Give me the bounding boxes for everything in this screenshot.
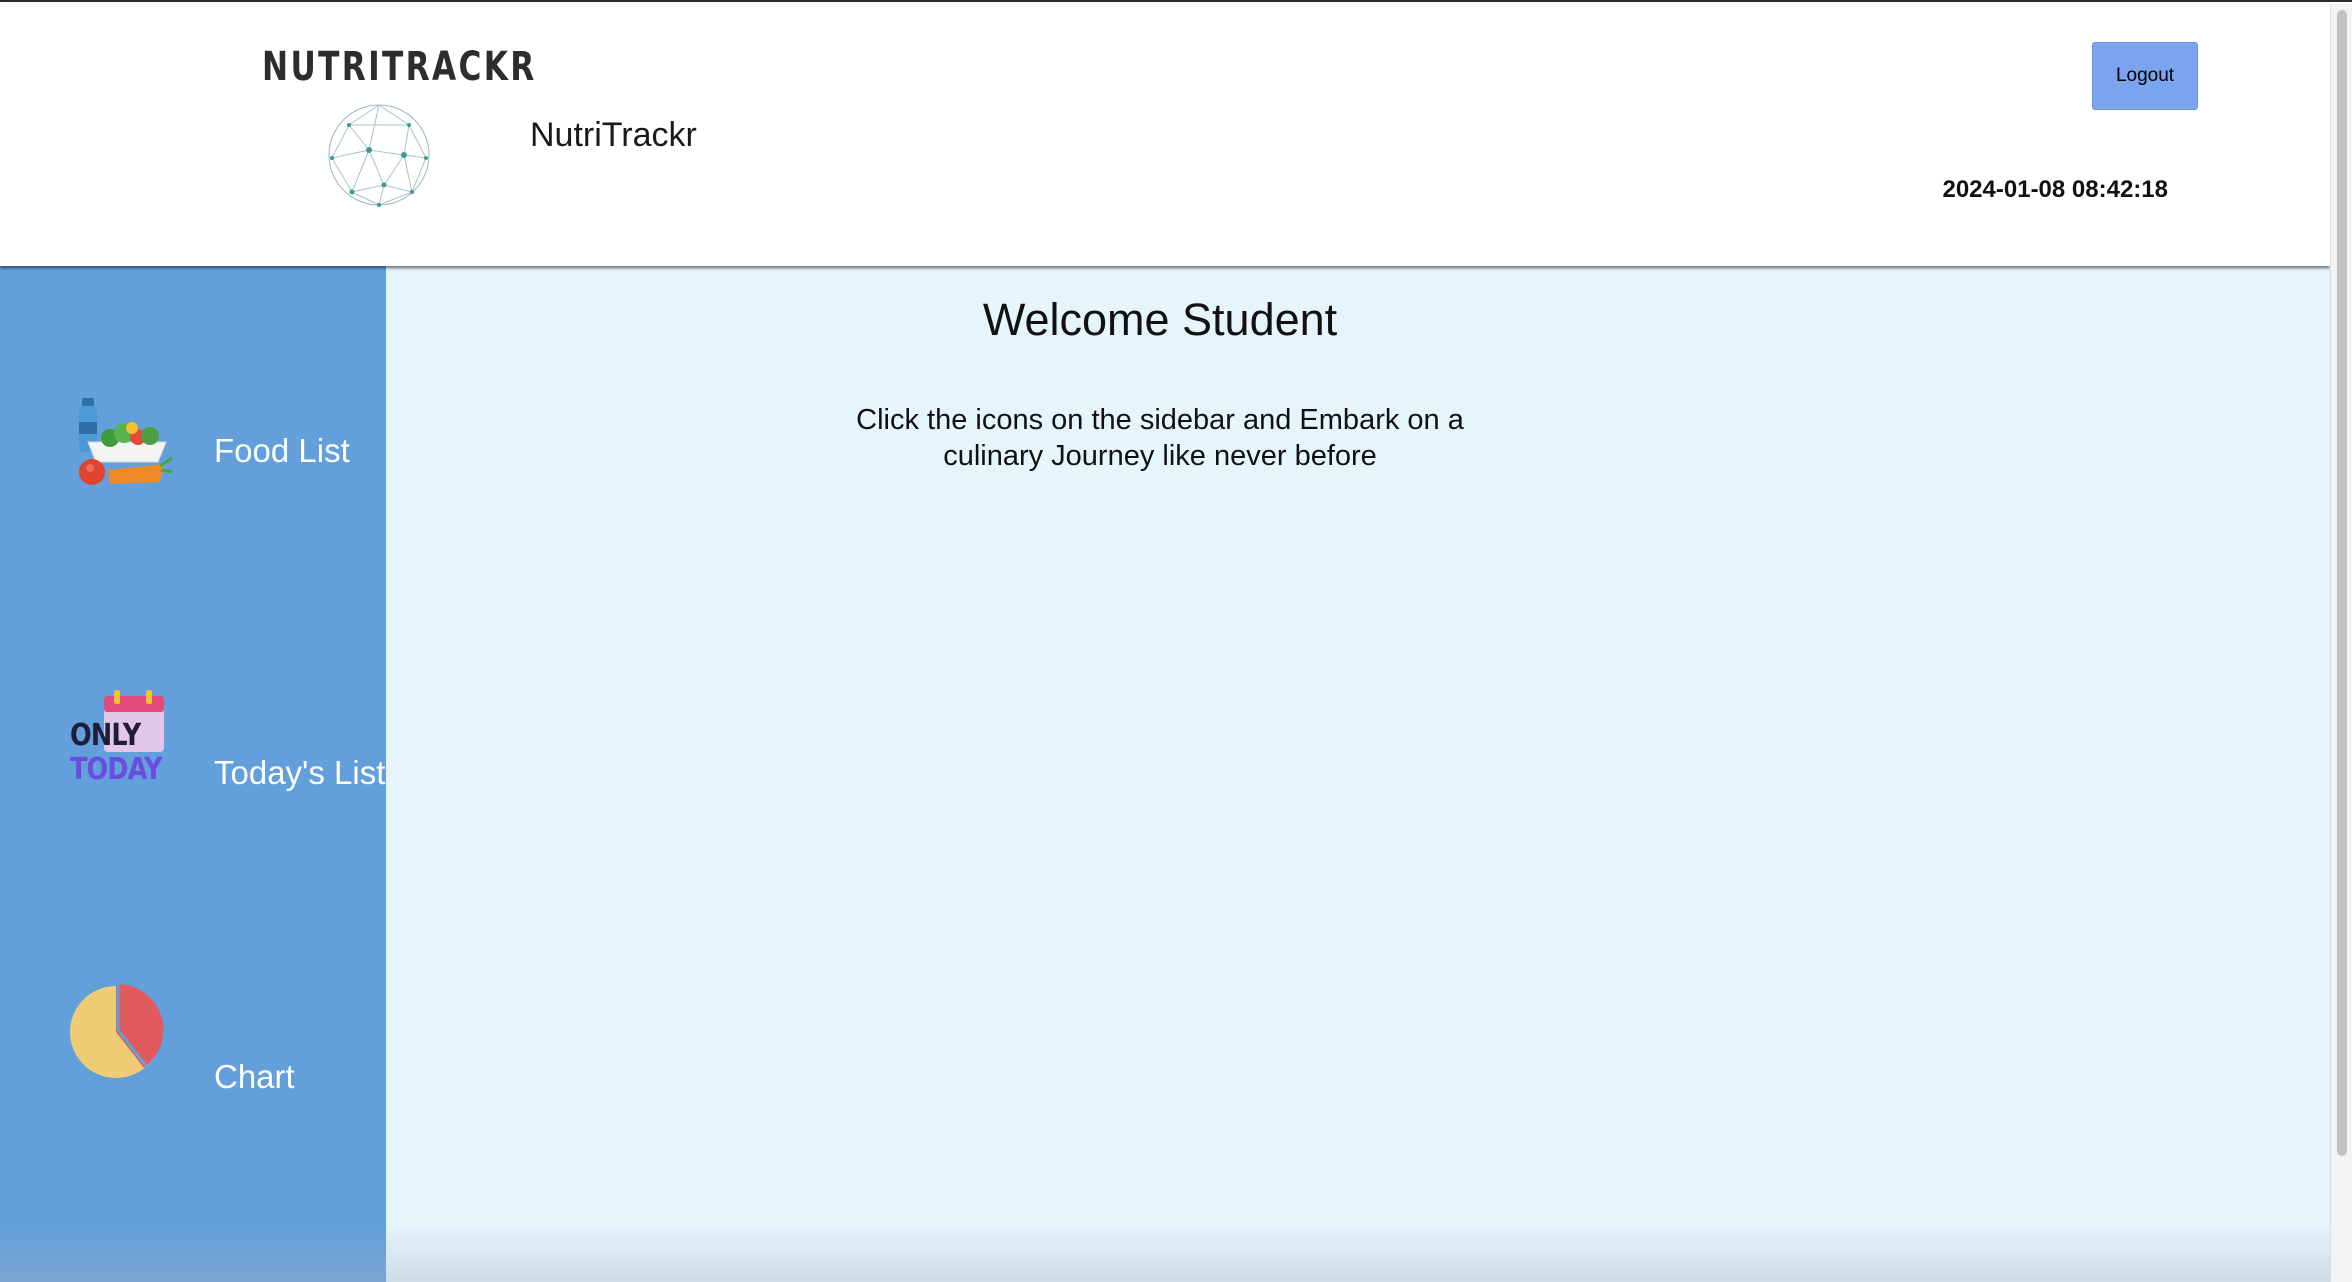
datetime-display: 2024-01-08 08:42:18	[1942, 176, 2168, 203]
scrollbar-thumb[interactable]	[2337, 10, 2347, 1156]
globe-logo-icon	[328, 104, 430, 207]
header: NUTRITRACKR NutriTrackr Logout 2024-01-0…	[0, 4, 2330, 266]
pie-chart-icon	[70, 984, 164, 1078]
scrollbar[interactable]	[2330, 4, 2352, 1282]
sidebar-item-label: Chart	[214, 1058, 295, 1095]
only-text: ONLY	[70, 718, 141, 753]
only-today-calendar-icon: ONLY TODAY	[68, 690, 172, 790]
welcome-tagline: Click the icons on the sidebar and Embar…	[856, 404, 1464, 472]
app-window: NUTRITRACKR NutriTrackr Logout 2024-01-0…	[0, 0, 2352, 1282]
sidebar-item-chart[interactable]: Chart	[0, 984, 386, 1104]
logo: NUTRITRACKR	[262, 44, 537, 214]
sidebar: Food List ONLY TODAY Today's List Chart	[0, 266, 386, 1282]
sidebar-item-todays-list[interactable]: ONLY TODAY Today's List	[0, 686, 386, 806]
today-text: TODAY	[70, 752, 163, 787]
food-basket-icon	[79, 398, 172, 485]
sidebar-item-label: Today's List	[214, 754, 386, 791]
app-name: NutriTrackr	[530, 116, 697, 154]
logo-text: NUTRITRACKR	[262, 44, 537, 90]
sidebar-item-label: Food List	[214, 432, 350, 469]
logout-button[interactable]: Logout	[2092, 42, 2198, 110]
sidebar-item-food-list[interactable]: Food List	[0, 390, 386, 510]
welcome-heading: Welcome Student	[982, 294, 1338, 345]
main-content: Welcome Student Click the icons on the s…	[386, 266, 2330, 1282]
